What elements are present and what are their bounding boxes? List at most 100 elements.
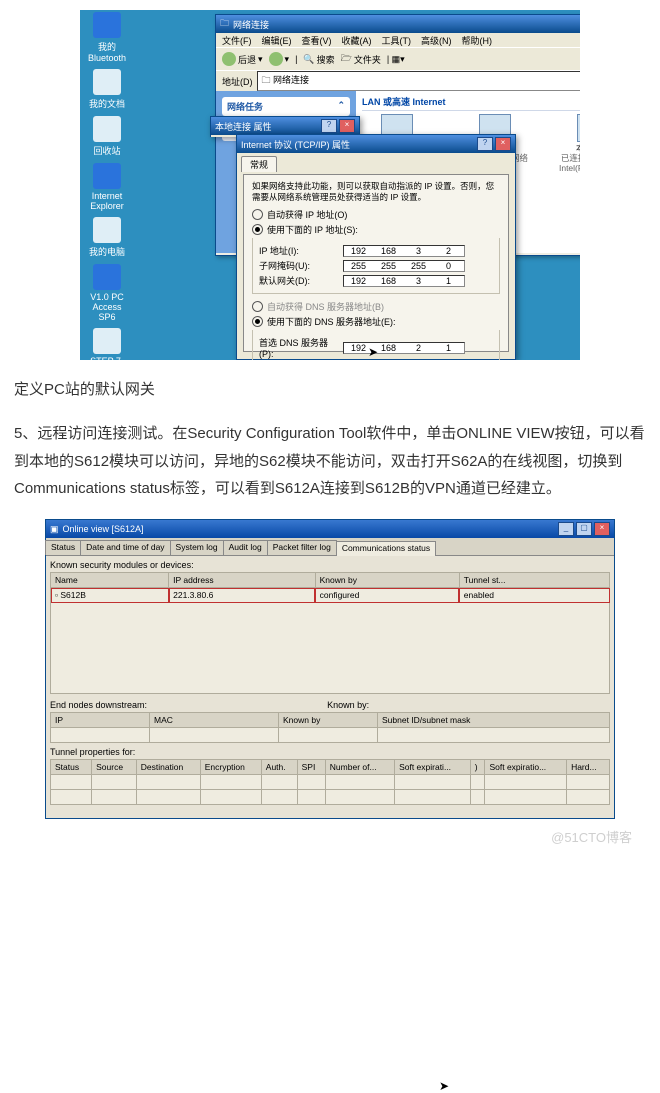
col-header[interactable]: Subnet ID/subnet mask — [378, 713, 610, 728]
desktop-icon[interactable]: STEP 7-Micro... — [86, 328, 128, 360]
menu-item[interactable]: 查看(V) — [302, 34, 332, 47]
desktop-icon[interactable]: 我的文档 — [86, 69, 128, 110]
desktop-icon[interactable]: 我的 Bluetooth — [86, 12, 128, 63]
window-title: Online view [S612A] — [63, 524, 144, 534]
col-header[interactable]: Number of... — [325, 760, 394, 775]
window-title: 本地连接 属性 — [215, 120, 272, 133]
tab-syslog[interactable]: System log — [170, 540, 224, 555]
forward-button[interactable]: ▾ — [269, 52, 290, 66]
article-para-2: 5、远程访问连接测试。在Security Configuration Tool软… — [14, 420, 646, 503]
tcpip-dialog: Internet 协议 (TCP/IP) 属性 ?× 常规 如果网络支持此功能，… — [236, 134, 516, 360]
menubar: 文件(F) 编辑(E) 查看(V) 收藏(A) 工具(T) 高级(N) 帮助(H… — [216, 33, 580, 47]
col-header[interactable]: Destination — [136, 760, 200, 775]
titlebar[interactable]: ▣ Online view [S612A] _ ▢ × — [46, 520, 614, 538]
app-icon: ▣ — [50, 524, 59, 535]
col-header[interactable]: Source — [92, 760, 137, 775]
ip-label: IP 地址(I): — [259, 244, 337, 257]
minimize-button[interactable]: _ — [558, 522, 574, 536]
mask-input[interactable]: 2552552550 — [343, 260, 465, 272]
col-header[interactable]: Soft expirati... — [395, 760, 471, 775]
tab-general[interactable]: 常规 — [241, 156, 277, 172]
col-header[interactable]: IP — [51, 713, 150, 728]
col-header[interactable]: Known by — [315, 573, 459, 588]
menu-item[interactable]: 编辑(E) — [262, 34, 292, 47]
tab-auditlog[interactable]: Audit log — [223, 540, 268, 555]
tab-status[interactable]: Status — [45, 540, 81, 555]
mask-label: 子网掩码(U): — [259, 259, 337, 272]
address-field[interactable]: 🗀 网络连接 — [257, 71, 581, 91]
folders-button[interactable]: 🗁 文件夹 — [341, 51, 381, 67]
help-button[interactable]: ? — [477, 137, 493, 151]
section-label: LAN 或高速 Internet — [362, 95, 580, 111]
grid-body — [50, 603, 610, 694]
window-title: 网络连接 — [233, 18, 269, 31]
titlebar[interactable]: 🗀 网络连接 _ ▢ × — [216, 15, 580, 33]
gateway-label: 默认网关(D): — [259, 274, 337, 287]
radio-manual-dns[interactable]: 使用下面的 DNS 服务器地址(E): — [252, 315, 500, 328]
dns1-label: 首选 DNS 服务器(P): — [259, 336, 337, 359]
addr-label: 地址(D) — [222, 75, 253, 88]
table-row[interactable] — [51, 790, 610, 805]
menu-item[interactable]: 帮助(H) — [462, 34, 493, 47]
maximize-button[interactable]: ▢ — [576, 522, 592, 536]
watermark: @51CTO博客 — [10, 825, 650, 850]
help-button[interactable]: ? — [321, 119, 337, 133]
col-header[interactable]: Name — [51, 573, 169, 588]
col-header[interactable]: Known by — [279, 713, 378, 728]
screenshot-online-view: ▣ Online view [S612A] _ ▢ × Status Date … — [45, 519, 615, 819]
radio-manual-ip[interactable]: 使用下面的 IP 地址(S): — [252, 223, 500, 236]
table-row[interactable]: ▫ S612B 221.3.80.6 configured enabled — [51, 588, 610, 603]
search-button[interactable]: 🔍 搜索 — [303, 53, 334, 66]
tab-pktfilter[interactable]: Packet filter log — [267, 540, 337, 555]
tab-datetime[interactable]: Date and time of day — [80, 540, 170, 555]
tab-strip: Status Date and time of day System log A… — [46, 538, 614, 556]
menu-item[interactable]: 工具(T) — [382, 34, 412, 47]
article-para-1: 定义PC站的默认网关 — [14, 376, 646, 404]
col-header[interactable]: MAC — [150, 713, 279, 728]
tab-strip: 常规 — [237, 153, 515, 174]
tunnel-grid: Status Source Destination Encryption Aut… — [50, 759, 610, 805]
col-header[interactable]: ) — [470, 760, 485, 775]
radio-auto-dns: 自动获得 DNS 服务器地址(B) — [252, 300, 500, 313]
window-title: Internet 协议 (TCP/IP) 属性 — [241, 138, 350, 151]
close-button[interactable]: × — [495, 137, 511, 151]
radio-auto-ip[interactable]: 自动获得 IP 地址(O) — [252, 208, 500, 221]
gateway-input[interactable]: 19216831 — [343, 275, 465, 287]
back-button[interactable]: 后退 ▾ — [222, 52, 263, 66]
col-header[interactable]: Tunnel st... — [459, 573, 609, 588]
endnodes-label: End nodes downstream: — [50, 700, 147, 710]
col-header[interactable]: IP address — [169, 573, 315, 588]
toolbar: 后退 ▾ ▾ | 🔍 搜索 🗁 文件夹 | ▦▾ — [216, 47, 580, 70]
desktop-icon[interactable]: V1.0 PC Access SP6 — [86, 264, 128, 322]
col-header[interactable]: SPI — [297, 760, 325, 775]
col-header[interactable]: Encryption — [200, 760, 261, 775]
desktop-icon[interactable]: 我的电脑 — [86, 217, 128, 258]
col-header[interactable]: Soft expiratio... — [485, 760, 567, 775]
col-header[interactable]: Hard... — [567, 760, 610, 775]
table-row[interactable] — [51, 775, 610, 790]
ip-input[interactable]: 19216832 — [343, 245, 465, 257]
connection-item[interactable]: 本地连接已连接上, 有防火 Intel(R) 82566MM — [558, 114, 580, 183]
menu-item[interactable]: 高级(N) — [421, 34, 452, 47]
knownby-label: Known by: — [327, 700, 369, 710]
cursor-icon: ➤ — [368, 345, 378, 359]
known-modules-label: Known security modules or devices: — [50, 560, 610, 570]
hint-text: 如果网络支持此功能，则可以获取自动指派的 IP 设置。否则，您需要从网络系统管理… — [252, 181, 500, 202]
col-header[interactable]: Status — [51, 760, 92, 775]
menu-item[interactable]: 文件(F) — [222, 34, 252, 47]
desktop-icon[interactable]: 回收站 — [86, 116, 128, 157]
close-button[interactable]: × — [339, 119, 355, 133]
side-heading: 网络任务 ⌃ — [222, 97, 350, 116]
tab-commstatus[interactable]: Communications status — [336, 541, 436, 556]
desktop-icon[interactable]: Internet Explorer — [86, 163, 128, 211]
dns1-input[interactable]: 19216821 — [343, 342, 465, 354]
table-row[interactable] — [51, 728, 610, 743]
cursor-icon: ➤ — [439, 1079, 449, 1093]
known-modules-grid: Name IP address Known by Tunnel st... ▫ … — [50, 572, 610, 603]
menu-item[interactable]: 收藏(A) — [342, 34, 372, 47]
desktop-icons: 我的 Bluetooth 我的文档 回收站 Internet Explorer … — [86, 12, 128, 360]
tunnel-props-label: Tunnel properties for: — [50, 747, 610, 757]
col-header[interactable]: Auth. — [261, 760, 297, 775]
address-bar: 地址(D) 🗀 网络连接 ▶ 转到 — [216, 70, 580, 91]
close-button[interactable]: × — [594, 522, 610, 536]
